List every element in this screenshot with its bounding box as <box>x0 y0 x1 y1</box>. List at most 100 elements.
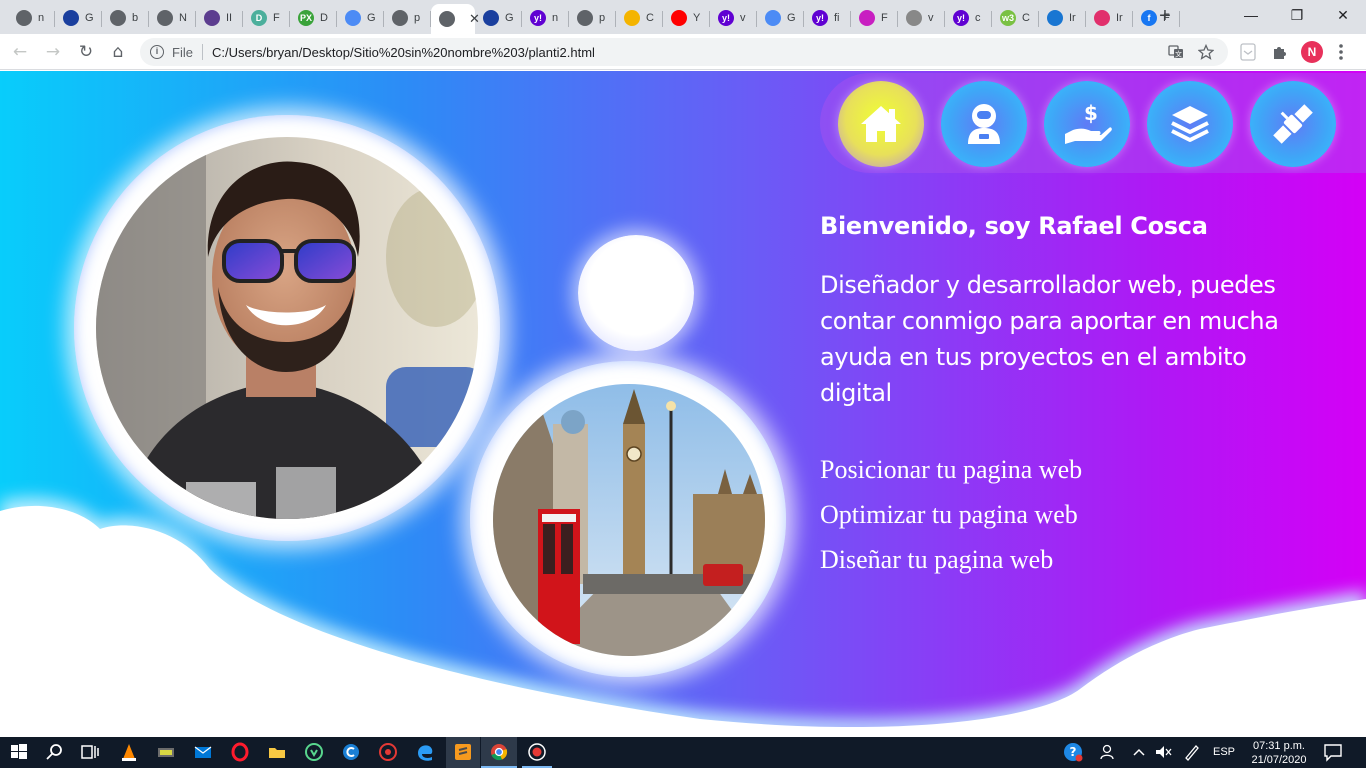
edge-icon[interactable] <box>414 741 436 763</box>
browser-tab[interactable]: y! n <box>522 4 569 32</box>
tab-title: v <box>928 12 934 24</box>
tab-title: b <box>132 12 139 24</box>
tab-favicon-icon <box>859 10 875 26</box>
browser-tab[interactable]: n <box>8 4 55 32</box>
browser-tab[interactable]: G <box>55 4 102 32</box>
vlc-icon[interactable] <box>118 741 140 763</box>
gpu-app-icon[interactable] <box>155 741 177 763</box>
browser-tab[interactable]: C <box>616 4 663 32</box>
tab-strip: nGbNIIDFPXDGppl✕Gy!npCYy!vGy!fiFvy!cw3CI… <box>0 0 1366 34</box>
shield-app-icon[interactable] <box>303 741 325 763</box>
translate-icon[interactable]: 文 <box>1168 44 1184 60</box>
browser-tab[interactable]: PX D <box>290 4 337 32</box>
reload-button[interactable]: ↻ <box>74 40 98 64</box>
tab-favicon-icon: w3 <box>1000 10 1016 26</box>
layers-icon <box>1171 106 1209 142</box>
restore-button[interactable]: ❐ <box>1274 0 1320 30</box>
sublime-text-icon[interactable] <box>452 741 474 763</box>
bio-text: Diseñador y desarrollador web, puedes co… <box>820 271 1279 407</box>
browser-tab[interactable]: Y <box>663 4 710 32</box>
tab-title: G <box>787 12 795 24</box>
screen-recorder-icon[interactable] <box>526 741 548 763</box>
browser-tab[interactable]: w3 C <box>992 4 1039 32</box>
service-item: Posicionar tu pagina web <box>820 455 1083 484</box>
nav-portfolio-button[interactable] <box>1147 81 1233 167</box>
pen-icon[interactable] <box>1181 741 1203 763</box>
forward-button[interactable]: → <box>41 40 65 64</box>
tab-title: p <box>599 12 606 24</box>
tab-favicon-icon: y! <box>953 10 969 26</box>
tab-favicon-icon <box>392 10 408 26</box>
tab-favicon-icon <box>671 10 687 26</box>
browser-tab[interactable]: G <box>757 4 804 32</box>
page-viewport: $ Bienvenido, soy Rafael Cosca Diseñador… <box>0 71 1366 737</box>
astronaut-icon <box>968 104 1000 144</box>
extension-icon[interactable] <box>1240 43 1256 61</box>
tab-title: F <box>273 12 280 24</box>
nav-contact-button[interactable] <box>1250 81 1336 167</box>
puzzle-icon[interactable] <box>1271 43 1289 61</box>
nav-services-button[interactable]: $ <box>1044 81 1130 167</box>
browser-tab[interactable]: G <box>475 4 522 32</box>
people-icon[interactable] <box>1098 741 1120 763</box>
browser-tab[interactable]: p <box>384 4 431 32</box>
nav-home-button[interactable] <box>838 81 924 167</box>
svg-text:$: $ <box>1084 101 1098 125</box>
clock[interactable]: 07:31 p.m. 21/07/2020 <box>1244 739 1314 767</box>
menu-dots-icon[interactable] <box>1338 43 1344 61</box>
tab-title: F <box>881 12 888 24</box>
search-icon[interactable] <box>44 741 66 763</box>
browser-tab[interactable]: y! v <box>710 4 757 32</box>
url-text[interactable]: C:/Users/bryan/Desktop/Sitio%20sin%20nom… <box>212 45 595 60</box>
browser-tab[interactable]: y! c <box>945 4 992 32</box>
browser-tab[interactable]: F <box>851 4 898 32</box>
address-separator <box>201 44 203 60</box>
task-view-icon[interactable] <box>79 741 101 763</box>
browser-tab[interactable]: II <box>196 4 243 32</box>
chrome-icon[interactable] <box>488 741 510 763</box>
intro-section: Bienvenido, soy Rafael Cosca Diseñador y… <box>820 209 1320 582</box>
minimize-button[interactable]: — <box>1228 0 1274 30</box>
browser-tab[interactable]: Ir <box>1086 4 1133 32</box>
greeting-heading: Bienvenido, soy Rafael Cosca <box>820 212 1208 240</box>
browser-tab[interactable]: pl✕ <box>431 4 480 34</box>
service-item: Optimizar tu pagina web <box>820 500 1078 529</box>
new-tab-button[interactable]: + <box>1156 6 1174 26</box>
tab-title: C <box>1022 12 1030 24</box>
nav-about-button[interactable] <box>941 81 1027 167</box>
language-indicator[interactable]: ESP <box>1213 746 1235 758</box>
close-window-button[interactable]: ✕ <box>1320 0 1366 30</box>
ccleaner-icon[interactable] <box>340 741 362 763</box>
browser-tab[interactable]: Ir <box>1039 4 1086 32</box>
info-icon[interactable]: i <box>150 45 164 59</box>
browser-tab[interactable]: y! fi <box>804 4 851 32</box>
svg-text:?: ? <box>1070 745 1077 759</box>
browser-tab[interactable]: N <box>149 4 196 32</box>
address-bar[interactable]: i File C:/Users/bryan/Desktop/Sitio%20si… <box>140 38 1228 66</box>
opera-icon[interactable] <box>229 741 251 763</box>
windows-start-icon[interactable] <box>8 741 30 763</box>
file-explorer-icon[interactable] <box>266 741 288 763</box>
profile-avatar[interactable]: N <box>1301 41 1323 63</box>
browser-tab[interactable]: p <box>569 4 616 32</box>
decorative-bubble <box>578 235 694 351</box>
help-icon[interactable]: ? <box>1062 741 1084 763</box>
tab-favicon-icon <box>1047 10 1063 26</box>
tab-title: fi <box>834 12 840 24</box>
clock-date: 21/07/2020 <box>1251 754 1307 766</box>
browser-tab[interactable]: b <box>102 4 149 32</box>
browser-tab[interactable]: G <box>337 4 384 32</box>
chevron-up-icon[interactable] <box>1128 741 1150 763</box>
bookmark-star-icon[interactable] <box>1198 44 1214 60</box>
back-button[interactable]: ← <box>8 40 32 64</box>
home-button[interactable]: ⌂ <box>106 40 130 64</box>
notifications-icon[interactable] <box>1322 741 1344 763</box>
mail-icon[interactable] <box>192 741 214 763</box>
tab-favicon-icon: f <box>1141 10 1157 26</box>
tab-favicon-icon <box>110 10 126 26</box>
browser-tab[interactable]: DF <box>243 4 290 32</box>
volume-muted-icon[interactable] <box>1152 741 1174 763</box>
red-app-icon[interactable] <box>377 741 399 763</box>
portrait-photo <box>96 137 478 519</box>
browser-tab[interactable]: v <box>898 4 945 32</box>
